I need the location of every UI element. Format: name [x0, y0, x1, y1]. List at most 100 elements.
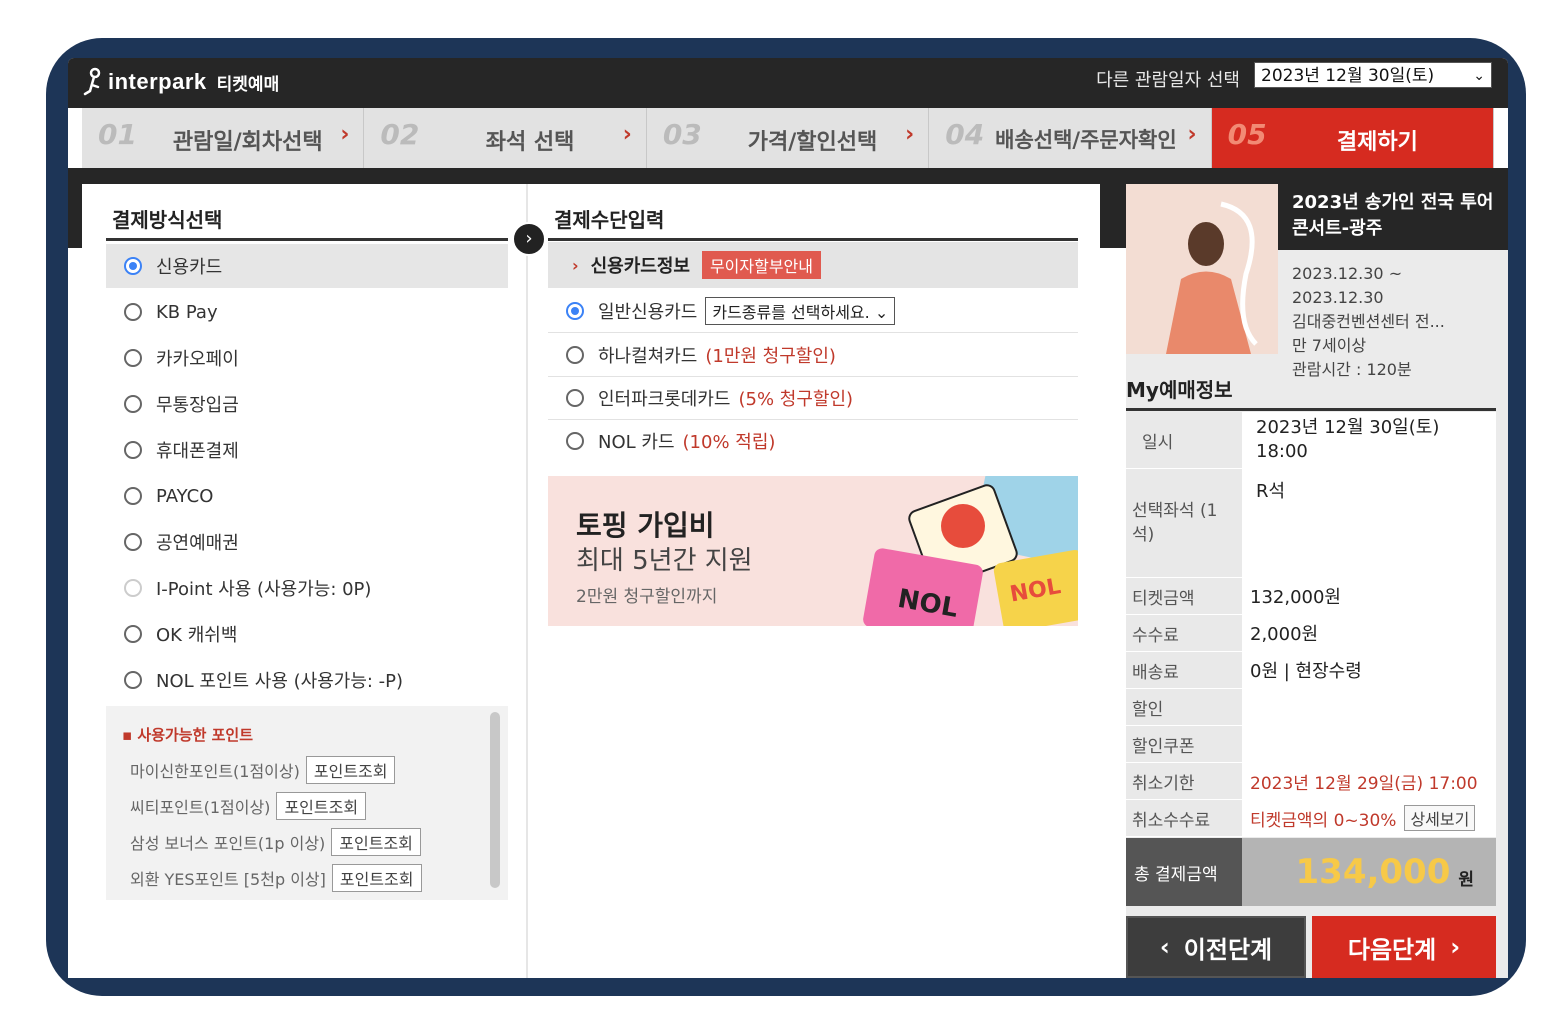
option-nol-card[interactable]: NOL 카드 (10% 적립) [548, 420, 1078, 462]
radio[interactable] [124, 395, 142, 413]
radio-selected[interactable] [124, 257, 142, 275]
row-seat: 선택좌석 (1석) R석 [1126, 469, 1496, 578]
banner-subline: 최대 5년간 지원 [576, 546, 753, 576]
row-coupon: 할인쿠폰 [1126, 726, 1496, 763]
row-key: 일시 [1126, 412, 1242, 468]
booking-summary-panel: 2023년 송가인 전국 투어 콘서트-광주 2023.12.30 ~ 2023… [1126, 184, 1508, 978]
show-runtime: 관람시간 : 120분 [1292, 360, 1412, 379]
interpark-logo[interactable]: interpark 티켓예매 [82, 62, 279, 102]
chevron-right-icon: › [1187, 122, 1197, 147]
chevron-right-circle-icon: › [512, 222, 546, 256]
banner-caption: 2만원 청구할인까지 [576, 587, 718, 607]
booking-window: interpark 티켓예매 다른 관람일자 선택 2023년 12월 30일(… [68, 58, 1508, 978]
show-poster[interactable] [1126, 184, 1278, 354]
radio[interactable] [566, 346, 584, 364]
radio[interactable] [124, 441, 142, 459]
banner-headline: 토핑 가입비 [576, 509, 715, 542]
row-discount: 할인 [1126, 689, 1496, 726]
step-progress: 01 관람일/회차선택 › 02 좌석 선택 › 03 가격/할인선택 › 04… [82, 108, 1495, 168]
show-date-start: 2023.12.30 ~ [1292, 264, 1403, 283]
option-label: 휴대폰결제 [156, 441, 239, 462]
point-check-button[interactable]: 포인트조회 [331, 828, 421, 856]
show-title: 2023년 송가인 전국 투어 콘서트-광주 [1292, 192, 1494, 239]
option-label: 하나컬쳐카드 [598, 346, 698, 367]
row-key: 취소수수료 [1126, 800, 1242, 836]
radio[interactable] [124, 671, 142, 689]
top-bar: interpark 티켓예매 다른 관람일자 선택 2023년 12월 30일(… [68, 58, 1508, 108]
step-2[interactable]: 02 좌석 선택 › [364, 108, 647, 168]
step-number: 04 [945, 118, 985, 151]
option-label: 인터파크롯데카드 [598, 389, 731, 410]
option-label: 일반신용카드 [598, 302, 698, 323]
radio[interactable] [124, 349, 142, 367]
row-key: 할인 [1126, 689, 1242, 725]
prev-step-button[interactable]: ‹ 이전단계 [1126, 916, 1306, 978]
option-ipoint: I-Point 사용 (사용가능: 0P) [106, 566, 508, 610]
date-select[interactable]: 2023년 12월 30일(토) ⌄ [1254, 62, 1492, 88]
radio[interactable] [124, 625, 142, 643]
radio-selected[interactable] [566, 302, 584, 320]
next-step-label: 다음단계 [1347, 935, 1437, 964]
available-points-box: ▪ 사용가능한 포인트 마이신한포인트(1점이상) 포인트조회 씨티포인트(1점… [106, 706, 508, 900]
option-label: NOL 카드 [598, 432, 675, 453]
point-check-button[interactable]: 포인트조회 [305, 756, 396, 784]
option-label: 신용카드 [156, 257, 223, 278]
option-general-card[interactable]: 일반신용카드 카드종류를 선택하세요. ⌄ [548, 290, 1078, 333]
chevron-right-icon: › [905, 122, 915, 147]
radio[interactable] [566, 432, 584, 450]
prev-step-label: 이전단계 [1183, 935, 1273, 964]
option-nol-point[interactable]: NOL 포인트 사용 (사용가능: -P) [106, 658, 508, 702]
option-mobile[interactable]: 휴대폰결제 [106, 428, 508, 472]
interpark-logo-icon [83, 67, 101, 96]
radio[interactable] [124, 533, 142, 551]
radio[interactable] [124, 303, 142, 321]
chevron-down-icon: ⌄ [1473, 68, 1485, 84]
detail-view-button[interactable]: 상세보기 [1404, 805, 1476, 831]
row-key: 취소기한 [1126, 763, 1242, 799]
chevron-left-icon: ‹ [1159, 933, 1170, 961]
option-kakaopay[interactable]: 카카오페이 [106, 336, 508, 380]
row-value: 132,000원 [1242, 578, 1496, 614]
step-number: 02 [380, 118, 420, 151]
step-label: 좌석 선택 [485, 130, 575, 155]
point-check-button[interactable]: 포인트조회 [331, 864, 422, 892]
show-date-end: 2023.12.30 [1292, 288, 1384, 307]
row-cancel-fee: 취소수수료 티켓금액의 0~30% 상세보기 [1126, 800, 1496, 837]
step-3[interactable]: 03 가격/할인선택 › [647, 108, 930, 168]
point-check-button[interactable]: 포인트조회 [276, 792, 367, 820]
radio-disabled [124, 579, 142, 597]
scrollbar[interactable] [490, 712, 500, 888]
payment-method-title: 결제방식선택 [112, 208, 223, 232]
option-payco[interactable]: PAYCO [106, 474, 508, 518]
show-info: 2023.12.30 ~ 2023.12.30 김대중컨벤션센터 전... 만 … [1292, 262, 1502, 382]
option-ok-cashbag[interactable]: OK 캐쉬백 [106, 612, 508, 656]
option-credit-card[interactable]: 신용카드 [106, 244, 508, 288]
radio[interactable] [566, 389, 584, 407]
divider [106, 238, 508, 241]
point-label: 삼성 보너스 포인트(1p 이상) [130, 834, 326, 853]
option-bank-transfer[interactable]: 무통장입금 [106, 382, 508, 426]
installment-info-button[interactable]: 무이자할부안내 [701, 251, 821, 279]
radio[interactable] [124, 487, 142, 505]
point-row: 외환 YES포인트 [5천p 이상] 포인트조회 [130, 864, 422, 892]
step-1[interactable]: 01 관람일/회차선택 › [82, 108, 365, 168]
total-unit: 원 [1458, 869, 1474, 890]
step-4[interactable]: 04 배송선택/주문자확인 › [929, 108, 1212, 168]
option-kb-pay[interactable]: KB Pay [106, 290, 508, 334]
next-step-button[interactable]: 다음단계 › [1312, 916, 1496, 978]
step-number: 03 [662, 118, 702, 151]
step-label: 관람일/회차선택 [172, 130, 323, 155]
row-ticket-price: 티켓금액 132,000원 [1126, 578, 1496, 615]
my-booking-title: My예매정보 [1126, 378, 1233, 402]
card-type-select[interactable]: 카드종류를 선택하세요. ⌄ [705, 297, 896, 325]
option-hana-culture-card[interactable]: 하나컬쳐카드 (1만원 청구할인) [548, 334, 1078, 377]
option-interpark-lotte-card[interactable]: 인터파크롯데카드 (5% 청구할인) [548, 377, 1078, 420]
step-5-active: 05 결제하기 [1211, 108, 1495, 168]
total-payment: 총 결제금액 134,000 원 [1126, 838, 1496, 906]
chevron-right-icon: › [340, 122, 350, 147]
row-key: 배송료 [1126, 652, 1242, 688]
cancel-fee-text: 티켓금액의 0~30% [1250, 810, 1397, 831]
option-voucher[interactable]: 공연예매권 [106, 520, 508, 564]
row-value [1242, 726, 1496, 762]
promo-banner[interactable]: 토핑 가입비 최대 5년간 지원 2만원 청구할인까지 NOL NOL [548, 476, 1078, 626]
